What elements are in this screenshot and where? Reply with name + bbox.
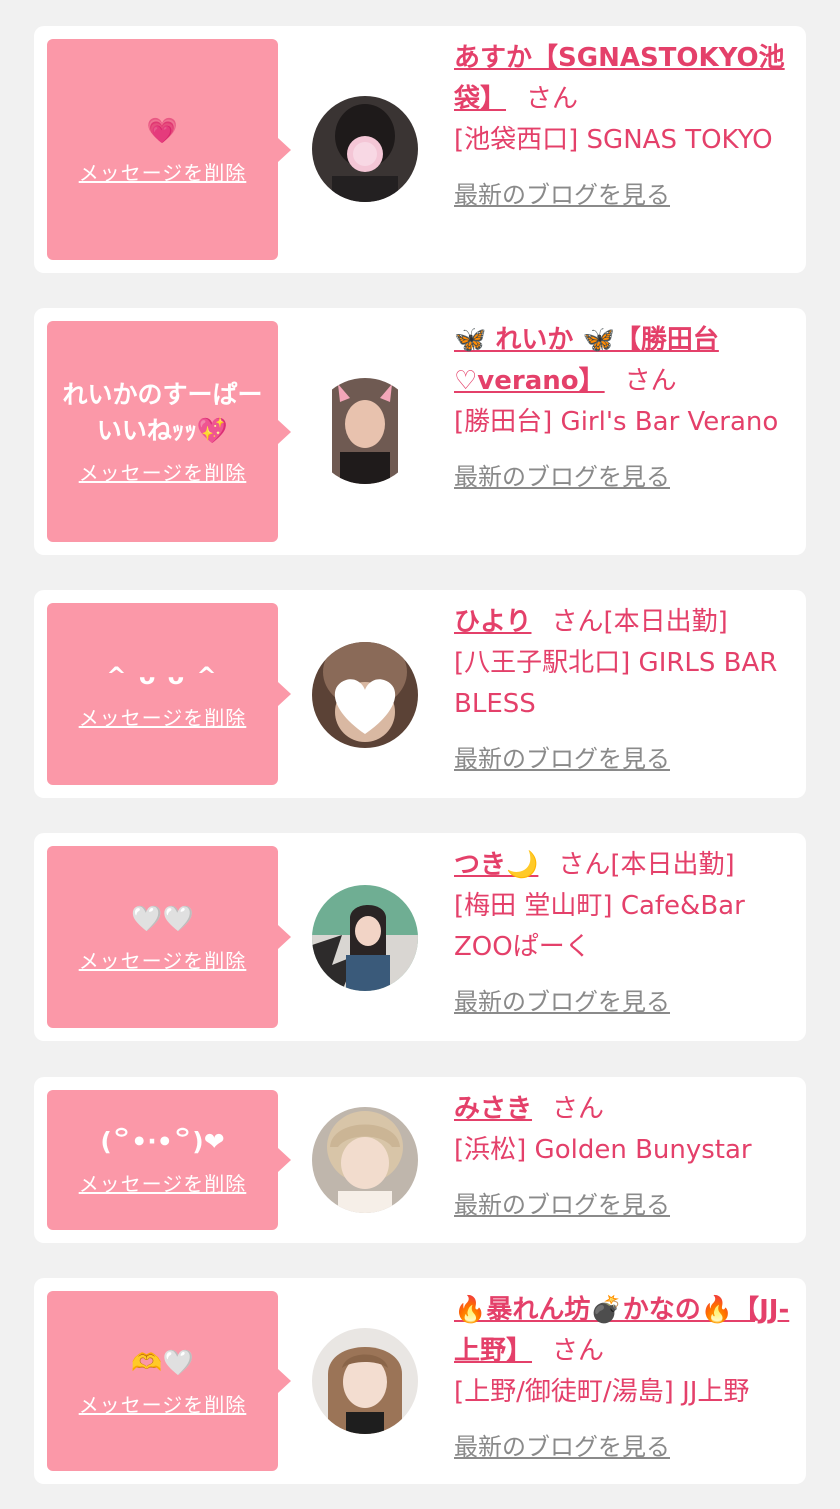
delete-message-link[interactable]: メッセージを削除 [79, 1389, 247, 1418]
cast-name-link[interactable]: みさき [454, 1094, 532, 1124]
cast-info: あすか【SGNASTOKYO池袋】 さん [池袋西口] SGNAS TOKYO 最… [454, 38, 799, 216]
san-label: さん [552, 1094, 605, 1124]
shop-name: [上野/御徒町/湯島] JJ上野 [454, 1377, 750, 1407]
message-bubble: ^ ᴗ ᴗ ^ メッセージを削除 [47, 603, 291, 785]
cast-name-link[interactable]: 🔥暴れん坊💣かなの🔥【JJ-上野】 [454, 1295, 789, 1366]
cast-name-link[interactable]: つき🌙 [454, 850, 538, 880]
message-bubble: (꒪•·•꒪)❤ メッセージを削除 [47, 1090, 291, 1230]
latest-blog-link[interactable]: 最新のブログを見る [454, 1427, 670, 1468]
avatar[interactable] [312, 642, 418, 748]
message-card: 💗 メッセージを削除 あすか【SGNASTOKYO池袋】 さん [池袋西口] SG… [34, 26, 806, 273]
shop-name: [八王子駅北口] GIRLS BAR BLESS [454, 648, 778, 719]
shop-name: [池袋西口] SGNAS TOKYO [454, 125, 773, 155]
san-label: さん [624, 366, 677, 396]
cast-info: 🔥暴れん坊💣かなの🔥【JJ-上野】 さん [上野/御徒町/湯島] JJ上野 最新の… [454, 1290, 799, 1468]
avatar[interactable] [312, 885, 418, 991]
message-text: (꒪•·•꒪)❤ [100, 1126, 225, 1156]
message-card: 🫶🤍 メッセージを削除 🔥暴れん坊💣かなの🔥【JJ-上野】 さん [上野/御徒町/… [34, 1278, 806, 1484]
message-text: ^ ᴗ ᴗ ^ [106, 661, 219, 690]
san-label: さん [551, 607, 604, 637]
latest-blog-link[interactable]: 最新のブログを見る [454, 457, 670, 498]
message-text: れいかのすーぱーいいねｯｯ💖 [62, 380, 263, 445]
latest-blog-link[interactable]: 最新のブログを見る [454, 175, 670, 216]
status-label: [本日出勤] [603, 607, 728, 637]
san-label: さん [526, 84, 579, 114]
cast-name-link[interactable]: あすか【SGNASTOKYO池袋】 [454, 43, 785, 114]
message-card: ^ ᴗ ᴗ ^ メッセージを削除 ひより さん[本日出勤] [八王子駅北口] GI… [34, 590, 806, 798]
cast-name-link[interactable]: ひより [454, 607, 531, 637]
cast-info: 🦋 れいか 🦋【勝田台♡verano】 さん [勝田台] Girl's Bar V… [454, 320, 799, 498]
latest-blog-link[interactable]: 最新のブログを見る [454, 982, 670, 1023]
latest-blog-link[interactable]: 最新のブログを見る [454, 739, 670, 780]
delete-message-link[interactable]: メッセージを削除 [79, 157, 247, 186]
message-bubble: 🤍🤍 メッセージを削除 [47, 846, 291, 1028]
message-card: 🤍🤍 メッセージを削除 つき🌙 さん[本日出勤] [梅田 堂山町] Cafe&Ba… [34, 833, 806, 1041]
shop-name: [勝田台] Girl's Bar Verano [454, 407, 779, 437]
san-label: さん [552, 1336, 605, 1366]
status-label: [本日出勤] [610, 850, 735, 880]
latest-blog-link[interactable]: 最新のブログを見る [454, 1185, 670, 1226]
avatar[interactable] [312, 378, 418, 484]
cast-info: ひより さん[本日出勤] [八王子駅北口] GIRLS BAR BLESS 最新の… [454, 602, 799, 780]
message-text: 🫶🤍 [131, 1347, 194, 1377]
delete-message-link[interactable]: メッセージを削除 [79, 702, 247, 731]
avatar[interactable] [312, 1328, 418, 1434]
avatar[interactable] [312, 1107, 418, 1213]
cast-info: みさき さん [浜松] Golden Bunystar 最新のブログを見る [454, 1089, 799, 1226]
message-text: 💗 [146, 116, 179, 145]
message-text: 🤍🤍 [131, 903, 194, 933]
avatar[interactable] [312, 96, 418, 202]
san-label: さん [558, 850, 611, 880]
cast-name-link[interactable]: 🦋 れいか 🦋【勝田台♡verano】 [454, 325, 719, 396]
message-card: (꒪•·•꒪)❤ メッセージを削除 みさき さん [浜松] Golden Buny… [34, 1077, 806, 1243]
message-card: れいかのすーぱーいいねｯｯ💖 メッセージを削除 🦋 れいか 🦋【勝田台♡vera… [34, 308, 806, 555]
delete-message-link[interactable]: メッセージを削除 [79, 457, 247, 486]
message-bubble: 💗 メッセージを削除 [47, 39, 291, 260]
cast-info: つき🌙 さん[本日出勤] [梅田 堂山町] Cafe&Bar ZOOぱーく 最新の… [454, 845, 799, 1023]
delete-message-link[interactable]: メッセージを削除 [79, 945, 247, 974]
delete-message-link[interactable]: メッセージを削除 [79, 1168, 247, 1197]
shop-name: [浜松] Golden Bunystar [454, 1135, 752, 1165]
shop-name: [梅田 堂山町] Cafe&Bar ZOOぱーく [454, 891, 745, 962]
message-bubble: れいかのすーぱーいいねｯｯ💖 メッセージを削除 [47, 321, 291, 542]
message-bubble: 🫶🤍 メッセージを削除 [47, 1291, 291, 1471]
